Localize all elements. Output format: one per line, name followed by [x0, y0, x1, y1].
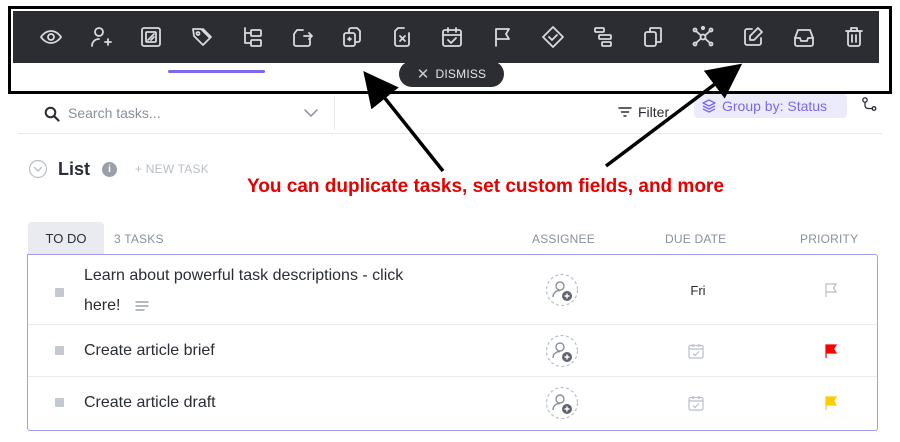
- description-icon: [135, 301, 149, 311]
- relationships-icon[interactable]: [678, 17, 728, 57]
- priority-flag-icon[interactable]: [823, 343, 839, 359]
- filter-button[interactable]: Filter: [618, 94, 669, 130]
- task-name[interactable]: Create article draft: [84, 388, 216, 418]
- status-group-header: TO DO 3 TASKS ASSIGNEE DUE DATE PRIORITY: [18, 222, 882, 254]
- task-name-line: Learn about powerful task descriptions -…: [84, 267, 404, 284]
- dismiss-label: DISMISS: [435, 67, 487, 81]
- subtasks-icon[interactable]: [227, 17, 277, 57]
- layers-icon: [702, 99, 716, 113]
- duplicate-icon[interactable]: [327, 17, 377, 57]
- dismiss-button[interactable]: ✕ DISMISS: [399, 61, 504, 87]
- tags-icon[interactable]: [177, 17, 227, 57]
- annotation-text: You can duplicate tasks, set custom fiel…: [247, 176, 724, 197]
- add-assignee-icon[interactable]: [545, 334, 579, 368]
- add-assignee-icon[interactable]: [545, 386, 579, 420]
- priority-flag-icon[interactable]: [823, 282, 839, 298]
- chevron-down-icon[interactable]: [304, 108, 318, 118]
- task-status-square[interactable]: [55, 398, 64, 407]
- task-name-line: here!: [84, 297, 121, 314]
- task-count: 3 TASKS: [114, 232, 164, 246]
- edit-icon[interactable]: [728, 17, 778, 57]
- collapse-toggle-icon[interactable]: [28, 159, 48, 179]
- task-list: Learn about powerful task descriptions -…: [27, 254, 878, 431]
- assign-icon[interactable]: [76, 17, 126, 57]
- subtasks-toggle-icon[interactable]: [861, 96, 877, 112]
- priority-flag-icon[interactable]: [478, 17, 528, 57]
- remove-icon[interactable]: [377, 17, 427, 57]
- group-by-button[interactable]: Group by: Status: [694, 94, 847, 118]
- table-row[interactable]: Create article draft: [28, 377, 877, 430]
- search-input[interactable]: [68, 103, 308, 123]
- status-icon[interactable]: [528, 17, 578, 57]
- list-view: Filter Group by: Status List i + NEW TAS…: [18, 94, 882, 442]
- archive-icon[interactable]: [779, 17, 829, 57]
- move-icon[interactable]: [277, 17, 327, 57]
- bulk-action-toolbar: [13, 11, 879, 63]
- search-icon: [44, 106, 60, 122]
- column-header-assignee[interactable]: ASSIGNEE: [532, 232, 595, 246]
- task-name[interactable]: Learn about powerful task descriptions -…: [84, 261, 403, 321]
- column-header-due-date[interactable]: DUE DATE: [665, 232, 726, 246]
- group-by-label: Group by: Status: [722, 98, 828, 114]
- task-status-square[interactable]: [55, 346, 64, 355]
- divider: [334, 96, 335, 130]
- search-bar: Filter Group by: Status: [18, 94, 882, 134]
- info-icon[interactable]: i: [102, 161, 118, 177]
- watch-icon[interactable]: [26, 17, 76, 57]
- custom-fields-icon[interactable]: [126, 17, 176, 57]
- calendar-icon[interactable]: [687, 394, 705, 412]
- copy-icon[interactable]: [628, 17, 678, 57]
- task-name[interactable]: Create article brief: [84, 336, 215, 366]
- column-header-priority[interactable]: PRIORITY: [800, 232, 858, 246]
- table-row[interactable]: Create article brief: [28, 325, 877, 377]
- new-task-button[interactable]: + NEW TASK: [135, 162, 209, 176]
- table-row[interactable]: Learn about powerful task descriptions -…: [28, 255, 877, 325]
- active-tab-indicator: [168, 70, 265, 73]
- status-badge[interactable]: TO DO: [28, 222, 104, 254]
- dependencies-icon[interactable]: [578, 17, 628, 57]
- due-date-icon[interactable]: [427, 17, 477, 57]
- list-title: List: [58, 158, 91, 179]
- close-icon: ✕: [416, 65, 430, 83]
- add-assignee-icon[interactable]: [545, 273, 579, 307]
- filter-icon: [618, 107, 632, 117]
- task-status-square[interactable]: [55, 288, 64, 297]
- delete-icon[interactable]: [829, 17, 879, 57]
- calendar-icon[interactable]: [687, 342, 705, 360]
- priority-flag-icon[interactable]: [823, 395, 839, 411]
- filter-label: Filter: [638, 104, 670, 120]
- due-date-value[interactable]: Fri: [678, 283, 718, 298]
